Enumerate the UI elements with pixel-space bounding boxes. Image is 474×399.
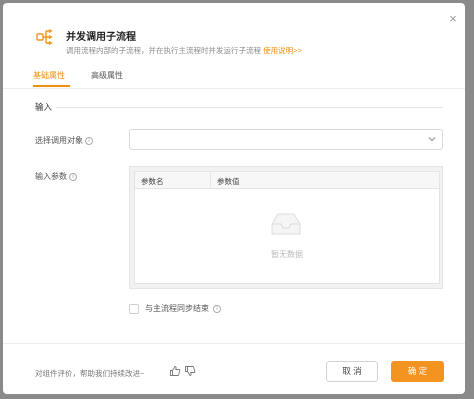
footer-divider [3,343,465,344]
table-header: 参数名 参数值 [135,172,439,189]
section-divider [56,107,443,108]
thumbs-down-icon[interactable] [184,365,196,377]
empty-state-text: 暂无数据 [271,250,303,259]
tab-divider [3,88,465,89]
column-header-param-name: 参数名 [141,177,164,186]
call-target-select[interactable] [129,129,443,150]
sync-end-checkbox[interactable] [129,303,139,314]
feedback-prompt: 对组件评价，帮助我们持续改进~ [35,369,145,378]
params-label-text: 输入参数 [35,172,67,181]
target-field-label: 选择调用对象 i [35,135,93,146]
sync-end-label[interactable]: 与主流程同步结束 [145,303,209,314]
params-table-container: 参数名 参数值 暂无数据 [129,166,443,289]
tab-bar: 基础属性 高级属性 [3,67,465,89]
info-circle-icon[interactable]: i [213,304,221,313]
cancel-button[interactable]: 取 消 [326,361,378,382]
active-tab-indicator [33,85,70,87]
params-table: 参数名 参数值 暂无数据 [134,171,440,284]
dialog-title: 并发调用子流程 [66,32,136,43]
params-field-label: 输入参数 i [35,171,77,182]
input-section-title: 输入 [35,102,53,112]
subflow-dialog: 并发调用子流程 调用流程内部的子流程，并在执行主流程时并发运行子流程 使用说明>… [3,3,465,394]
subtitle-text: 调用流程内部的子流程，并在执行主流程时并发运行子流程 [66,46,261,55]
flow-branch-icon [36,28,53,46]
column-divider [210,172,211,189]
usage-guide-link[interactable]: 使用说明>> [263,46,302,55]
confirm-button[interactable]: 确 定 [391,361,444,382]
empty-inbox-icon [271,213,301,235]
tab-advanced-properties[interactable]: 高级属性 [91,70,123,81]
sync-end-option: 与主流程同步结束 i [129,303,221,315]
target-label-text: 选择调用对象 [35,136,83,145]
dialog-header: 并发调用子流程 调用流程内部的子流程，并在执行主流程时并发运行子流程 使用说明>… [3,3,465,61]
dialog-subtitle: 调用流程内部的子流程，并在执行主流程时并发运行子流程 使用说明>> [66,45,302,56]
chevron-down-icon [428,137,436,142]
close-icon[interactable]: × [446,12,460,26]
info-circle-icon[interactable]: i [69,172,77,181]
tab-basic-properties[interactable]: 基础属性 [33,70,65,81]
thumbs-up-icon[interactable] [169,365,181,377]
info-circle-icon[interactable]: i [85,136,93,145]
column-header-param-value: 参数值 [217,177,240,186]
